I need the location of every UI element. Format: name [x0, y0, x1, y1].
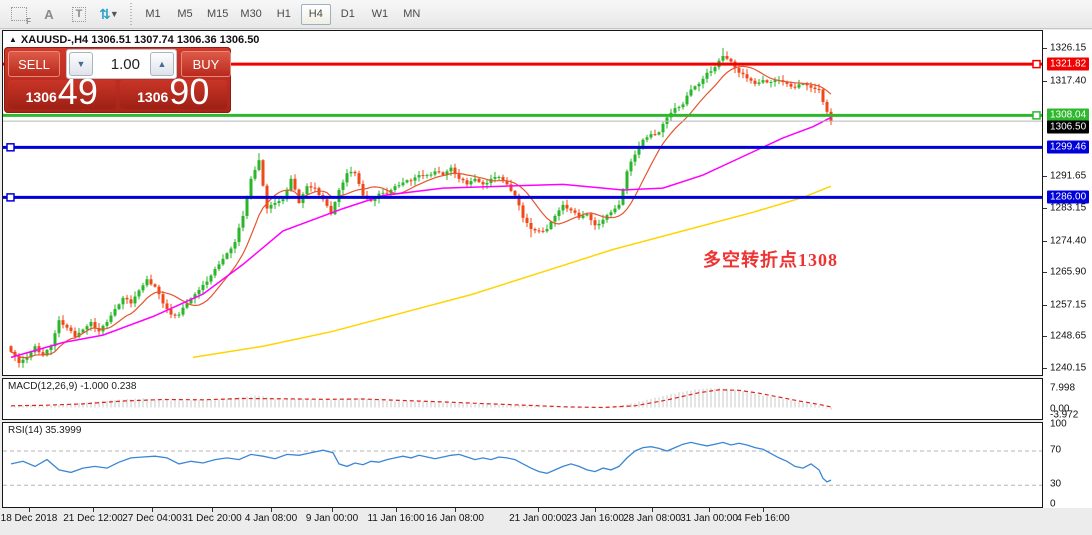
grid-properties-icon[interactable]	[6, 3, 32, 25]
price-tick-mark	[1043, 272, 1047, 273]
current-price-badge: 1306.50	[1047, 121, 1089, 134]
time-tick-label: 21 Jan 00:00	[509, 513, 567, 524]
chart-annotation-text: 多空转折点1308	[703, 246, 838, 272]
cycle-arrows-icon[interactable]: ⇅▼	[96, 3, 122, 25]
time-tick-mark	[212, 508, 213, 512]
timeframe-button-m1[interactable]: M1	[138, 4, 168, 25]
price-tick-label: 1274.40	[1050, 235, 1086, 246]
buy-price-display[interactable]: 1306 90	[120, 80, 228, 109]
time-tick-mark	[332, 508, 333, 512]
time-tick-label: 31 Dec 20:00	[182, 513, 242, 524]
price-tick-label: 1317.40	[1050, 75, 1086, 86]
time-axis[interactable]: 18 Dec 2018 21 Dec 12:0027 Dec 04:0031 De…	[2, 509, 1043, 531]
time-tick-mark	[709, 508, 710, 512]
time-tick-mark	[396, 508, 397, 512]
price-tick-label: 1283.15	[1050, 203, 1086, 214]
timeframe-button-m5[interactable]: M5	[170, 4, 200, 25]
top-toolbar: A T ⇅▼ M1M5M15M30H1H4D1W1MN	[0, 0, 1092, 29]
time-tick-mark	[29, 508, 30, 512]
timeframe-button-d1[interactable]: D1	[333, 4, 363, 25]
price-tick-mark	[1043, 48, 1047, 49]
price-level-badge: 1299.46	[1047, 141, 1089, 154]
time-tick-label: 16 Jan 08:00	[426, 513, 484, 524]
price-tick-mark	[1043, 368, 1047, 369]
collapse-triangle-icon[interactable]: ▲	[9, 35, 17, 44]
price-tick-label: 1265.90	[1050, 267, 1086, 278]
time-tick-label: 4 Feb 16:00	[736, 513, 789, 524]
main-chart-pane[interactable]: ▲ XAUUSD-,H4 1306.51 1307.74 1306.36 1306…	[2, 30, 1043, 376]
volume-input[interactable]	[95, 55, 148, 74]
one-click-trading-panel: SELL ▼ ▲ BUY 1306 49 1306 90	[4, 47, 231, 113]
timeframe-button-m15[interactable]: M15	[202, 4, 233, 25]
price-tick-mark	[1043, 81, 1047, 82]
time-tick-label: 21 Dec 12:00	[63, 513, 123, 524]
buy-price-big: 90	[169, 77, 209, 107]
indicator-axis-label: 0	[1050, 499, 1056, 510]
time-tick-mark	[152, 508, 153, 512]
sell-price-display[interactable]: 1306 49	[8, 80, 116, 109]
timeframe-button-h4[interactable]: H4	[301, 4, 331, 25]
price-tick-label: 1248.65	[1050, 331, 1086, 342]
price-tick-label: 1326.15	[1050, 43, 1086, 54]
price-tick-label: 1291.65	[1050, 171, 1086, 182]
time-tick-label: 4 Jan 08:00	[245, 513, 297, 524]
timeframe-buttons: M1M5M15M30H1H4D1W1MN	[137, 4, 428, 25]
price-axis[interactable]: 1326.15 1317.40 1291.65 1283.15 1274.40 1265.…	[1043, 30, 1092, 508]
timeframe-button-m30[interactable]: M30	[235, 4, 266, 25]
macd-pane[interactable]: MACD(12,26,9) -1.000 0.238	[2, 378, 1043, 420]
indicator-axis-label: 100	[1050, 419, 1067, 430]
timeframe-button-w1[interactable]: W1	[365, 4, 395, 25]
time-tick-mark	[538, 508, 539, 512]
price-level-badge: 1286.00	[1047, 191, 1089, 204]
toolbar-separator	[128, 3, 133, 25]
indicator-axis-label: 7.998	[1050, 383, 1075, 394]
rsi-pane[interactable]: RSI(14) 35.3999	[2, 422, 1043, 508]
indicator-axis-label: 70	[1050, 445, 1061, 456]
time-tick-mark	[652, 508, 653, 512]
price-tick-label: 1257.15	[1050, 299, 1086, 310]
time-tick-label: 31 Jan 00:00	[680, 513, 738, 524]
timeframe-button-h1[interactable]: H1	[269, 4, 299, 25]
time-tick-label: 11 Jan 16:00	[367, 513, 424, 524]
time-tick-mark	[763, 508, 764, 512]
chevron-down-icon: ▼	[110, 9, 119, 19]
price-level-badge: 1321.82	[1047, 58, 1089, 71]
chart-title: ▲ XAUUSD-,H4 1306.51 1307.74 1306.36 1306…	[9, 34, 259, 46]
timeframe-button-mn[interactable]: MN	[397, 4, 427, 25]
buy-price-small: 1306	[137, 90, 168, 104]
time-tick-mark	[271, 508, 272, 512]
price-tick-mark	[1043, 176, 1047, 177]
rsi-label: RSI(14) 35.3999	[8, 425, 81, 436]
price-tick-mark	[1043, 336, 1047, 337]
sell-price-big: 49	[58, 77, 98, 107]
time-tick-label: 27 Dec 04:00	[122, 513, 182, 524]
price-tick-label: 1240.15	[1050, 363, 1086, 374]
time-tick-mark	[93, 508, 94, 512]
symbol-ohlc-text: XAUUSD-,H4 1306.51 1307.74 1306.36 1306.…	[21, 34, 260, 46]
chart-window: ▲ XAUUSD-,H4 1306.51 1307.74 1306.36 1306…	[2, 30, 1043, 508]
price-tick-mark	[1043, 241, 1047, 242]
mt4-terminal: { "toolbar": { "icons": [ {"name": "grid…	[0, 0, 1092, 535]
text-box-icon[interactable]: T	[66, 3, 92, 25]
text-label-icon[interactable]: A	[36, 3, 62, 25]
time-tick-label: 23 Jan 16:00	[566, 513, 624, 524]
macd-label: MACD(12,26,9) -1.000 0.238	[8, 381, 136, 392]
time-tick-mark	[595, 508, 596, 512]
sell-button[interactable]: SELL	[8, 51, 60, 77]
price-tick-mark	[1043, 305, 1047, 306]
time-tick-label: 9 Jan 00:00	[306, 513, 358, 524]
time-tick-label: 18 Dec 2018	[1, 513, 58, 524]
sell-price-small: 1306	[26, 90, 57, 104]
indicator-axis-label: 30	[1050, 479, 1061, 490]
time-tick-label: 28 Jan 08:00	[623, 513, 681, 524]
time-tick-mark	[455, 508, 456, 512]
price-tick-mark	[1043, 208, 1047, 209]
